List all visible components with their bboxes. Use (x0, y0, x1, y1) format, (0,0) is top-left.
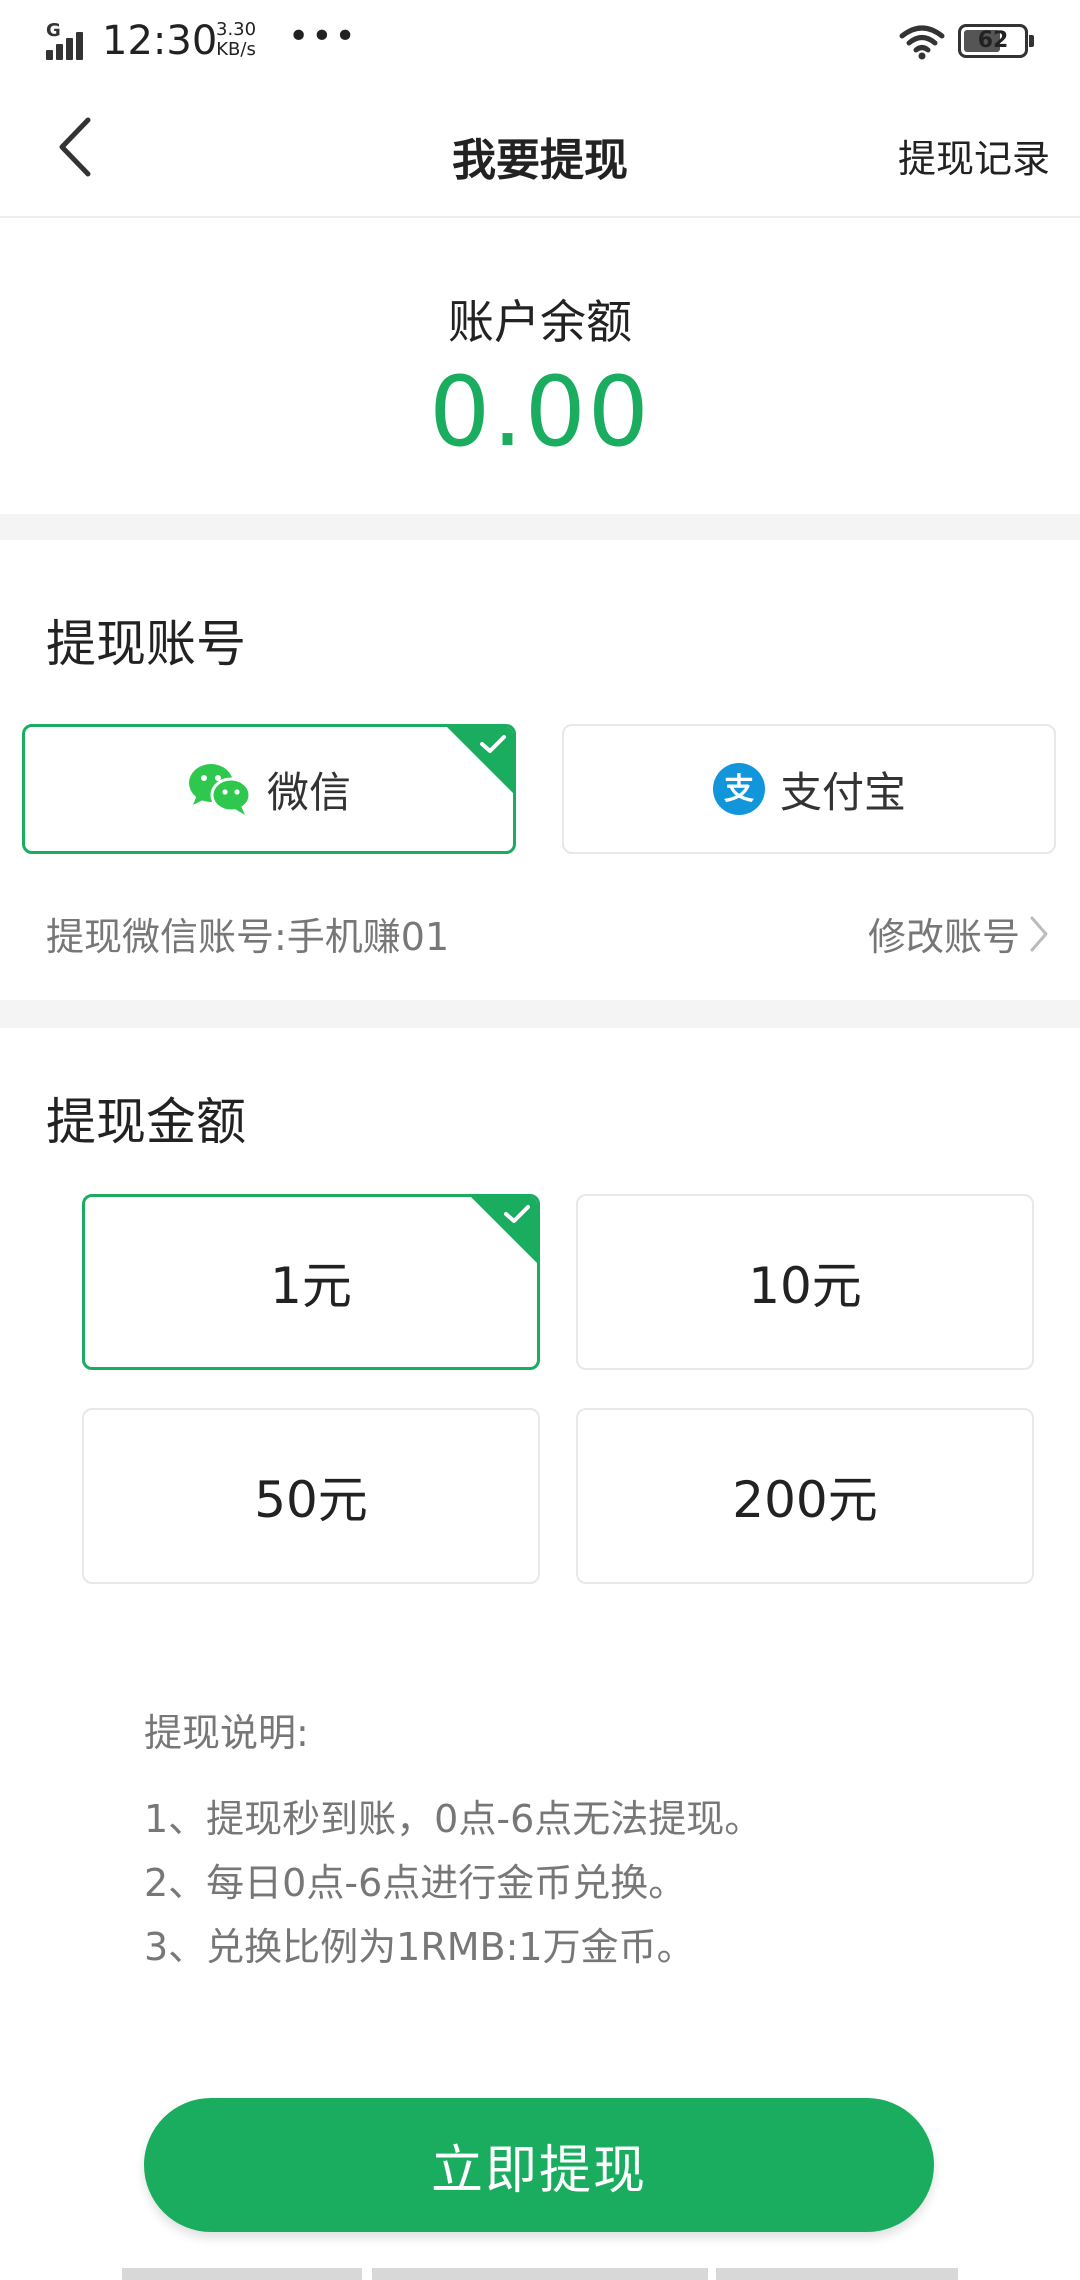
bottom-shadow (372, 2268, 708, 2280)
balance-value: 0.00 (429, 356, 651, 468)
account-option-alipay[interactable]: 支 支付宝 (562, 724, 1056, 854)
bottom-shadow (122, 2268, 362, 2280)
amount-option-1[interactable]: 1元 (82, 1194, 540, 1370)
instruction-item: 3、兑换比例为1RMB:1万金币。 (144, 1925, 695, 1969)
alipay-icon: 支 (712, 763, 765, 815)
amount-option-label: 1元 (270, 1257, 352, 1315)
checkmark-icon (480, 735, 506, 753)
amount-option-50[interactable]: 50元 (82, 1408, 540, 1584)
withdraw-now-button[interactable]: 立即提现 (144, 2098, 934, 2232)
battery-level: 62 (977, 28, 1009, 53)
section-divider (0, 1000, 1080, 1028)
account-option-wechat[interactable]: 微信 (22, 724, 516, 854)
edit-account-link[interactable]: 修改账号 (868, 906, 1050, 961)
status-time: 12:30 (102, 18, 218, 64)
signal-icon: G (46, 22, 92, 60)
account-option-label: 微信 (266, 767, 351, 817)
instruction-item: 1、提现秒到账，0点-6点无法提现。 (144, 1797, 763, 1841)
network-speed-value: 3.30 (216, 19, 257, 40)
bottom-shadow (716, 2268, 958, 2280)
account-section-title: 提现账号 (46, 615, 246, 673)
balance-label: 账户余额 (448, 295, 632, 349)
amount-section-title: 提现金额 (46, 1093, 246, 1151)
withdraw-account-note: 提现微信账号:手机赚01 (46, 915, 450, 959)
chevron-right-icon (1030, 916, 1048, 951)
more-notifications-icon: ••• (288, 16, 358, 57)
section-divider (0, 514, 1080, 540)
edit-account-label: 修改账号 (867, 915, 1020, 959)
nav-bar: 我要提现 提现记录 (0, 84, 1080, 218)
amount-option-label: 10元 (748, 1257, 862, 1315)
instructions-title: 提现说明: (144, 1711, 309, 1755)
battery-icon: 62 (958, 24, 1034, 58)
network-type: G (46, 20, 61, 41)
network-speed-unit: KB/s (216, 39, 256, 60)
wechat-icon (188, 764, 252, 815)
withdraw-record-link[interactable]: 提现记录 (898, 128, 1050, 183)
svg-text:支: 支 (724, 772, 754, 807)
checkmark-icon (504, 1205, 530, 1223)
network-speed: 3.30 KB/s (216, 20, 256, 60)
amount-option-label: 50元 (254, 1471, 368, 1529)
amount-option-200[interactable]: 200元 (576, 1408, 1034, 1584)
status-bar: G 12:30 3.30 KB/s ••• 62 (0, 0, 1080, 84)
account-option-label: 支付宝 (779, 767, 906, 817)
wifi-icon (899, 25, 945, 60)
instruction-item: 2、每日0点-6点进行金币兑换。 (144, 1861, 687, 1905)
amount-option-label: 200元 (732, 1471, 878, 1529)
amount-option-10[interactable]: 10元 (576, 1194, 1034, 1370)
